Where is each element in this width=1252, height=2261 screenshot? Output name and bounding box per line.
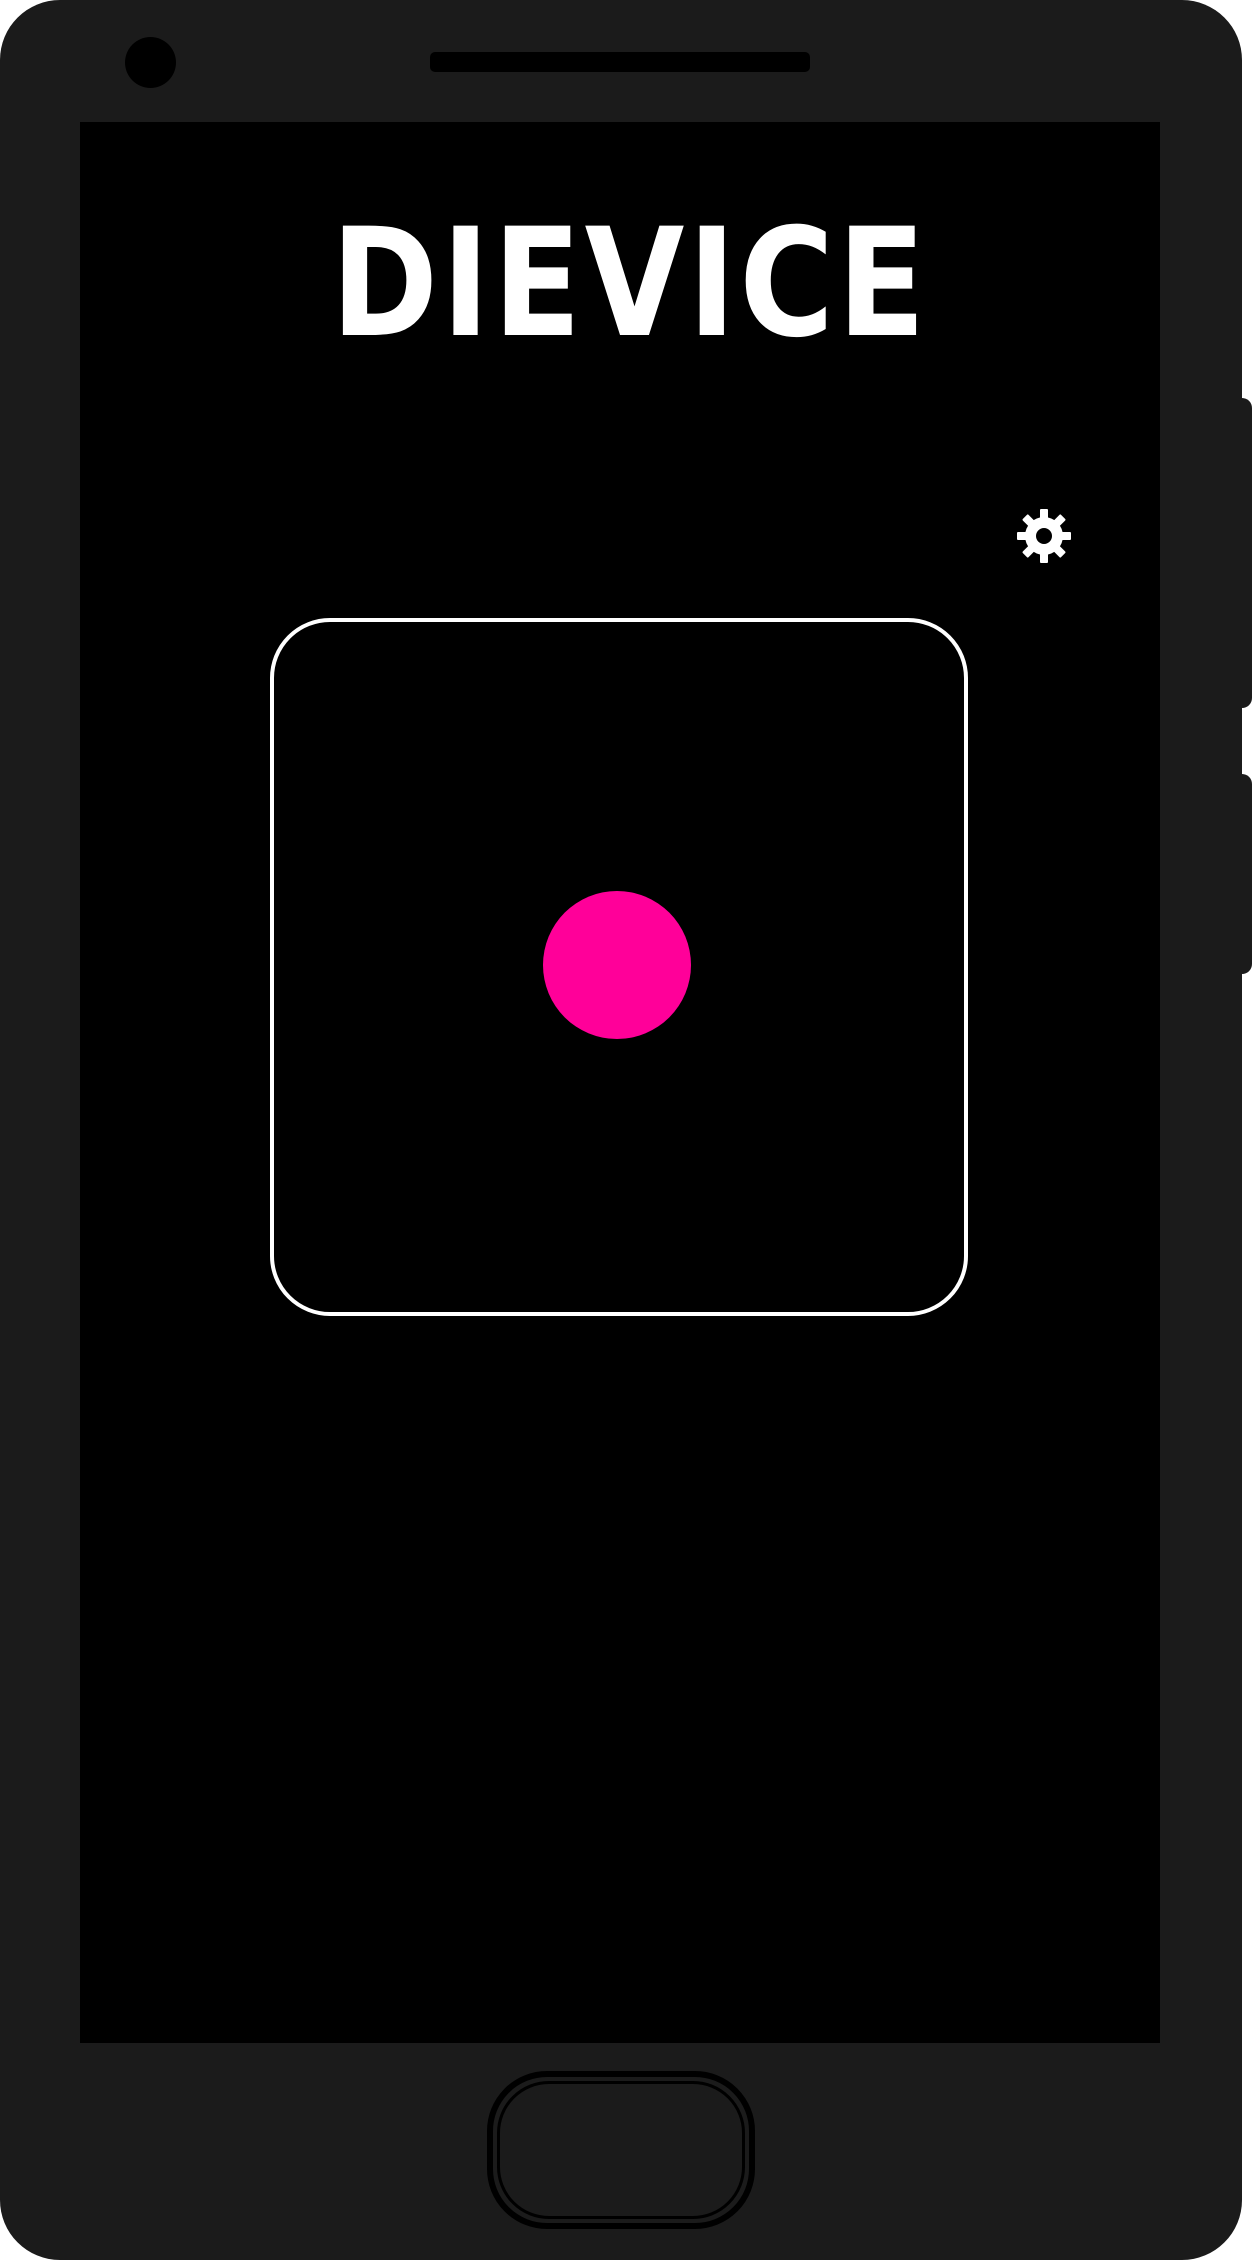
die-face[interactable] (270, 618, 968, 1316)
volume-button[interactable] (1238, 398, 1252, 708)
home-button[interactable] (487, 2071, 755, 2229)
front-camera (125, 37, 176, 88)
app-logo-title: DIEVICE (331, 197, 929, 371)
app-screen: DIEVICE (80, 122, 1160, 2043)
die-pip (543, 891, 691, 1039)
device-frame: DIEVICE (0, 0, 1242, 2260)
home-button-inner-ring (497, 2081, 745, 2219)
earpiece-speaker (430, 52, 810, 72)
gear-icon (1017, 509, 1071, 563)
power-button[interactable] (1238, 774, 1252, 974)
settings-button[interactable] (1014, 506, 1074, 566)
